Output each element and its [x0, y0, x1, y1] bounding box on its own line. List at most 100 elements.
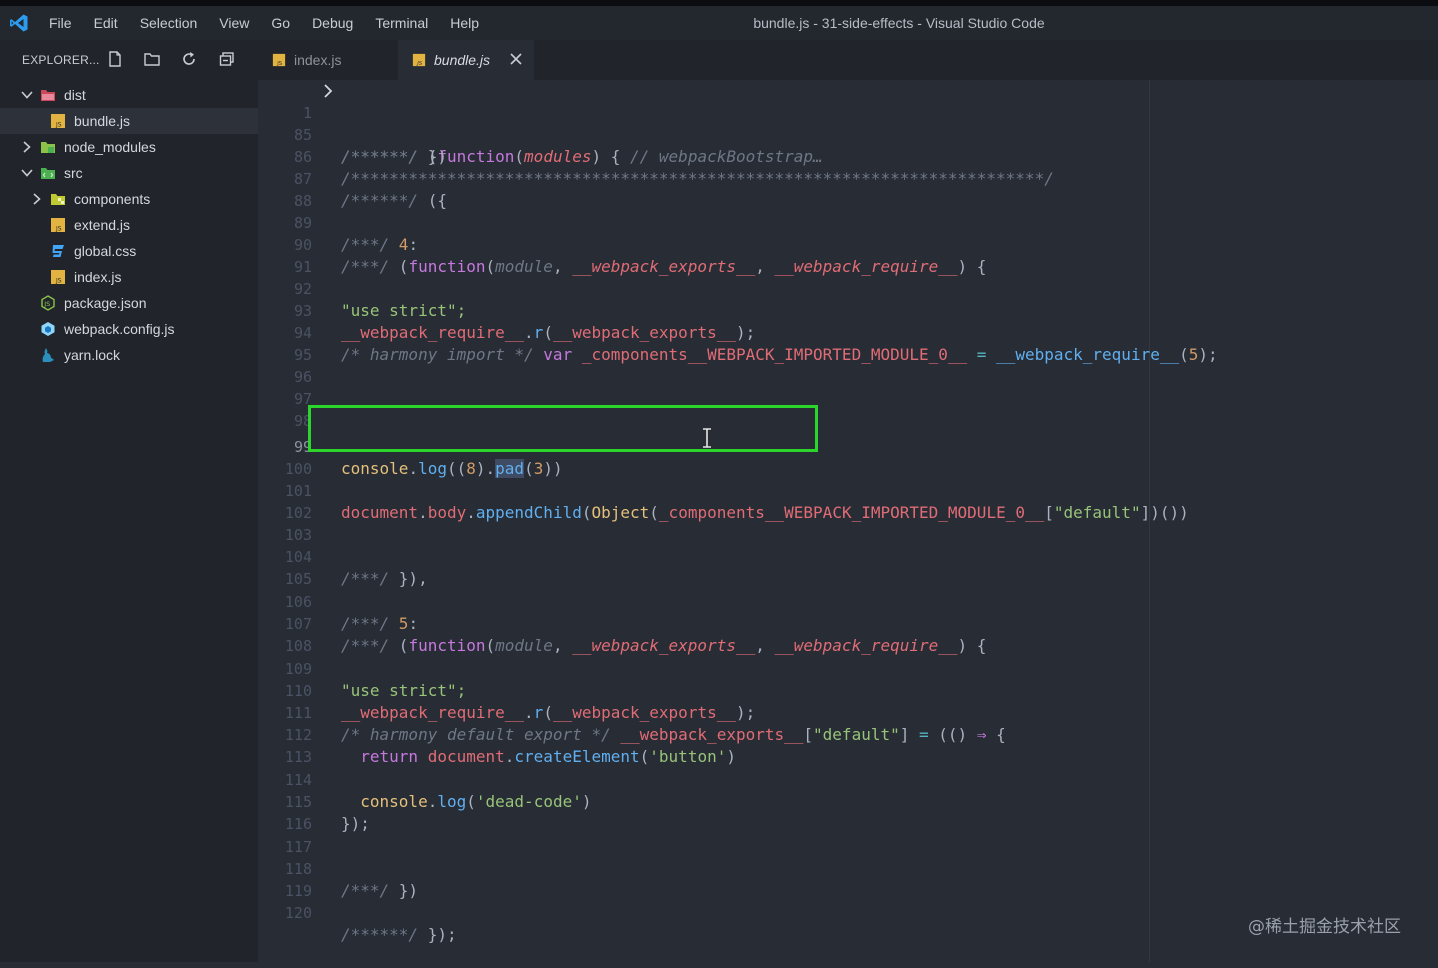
code-line: 96 — [258, 344, 1438, 386]
js-file-icon: JS — [272, 53, 286, 67]
text-cursor-icon — [703, 428, 711, 448]
code-line: 93 __webpack_require__.r(__webpack_expor… — [258, 278, 1438, 342]
explorer-sidebar: EXPLORER... dist JS bundle.js node_modul… — [0, 40, 258, 962]
chevron-right-icon — [23, 141, 31, 153]
tab-bar: JS index.js JS bundle.js — [258, 40, 1438, 80]
code-line: 97 — [258, 366, 1438, 408]
chevron-right-icon — [33, 193, 41, 205]
code-line: 108 — [258, 613, 1438, 655]
tree-item-label: package.json — [64, 295, 147, 311]
code-line: 105 — [258, 546, 1438, 588]
yarn-icon — [42, 348, 54, 362]
tab-label: bundle.js — [434, 52, 491, 68]
tree-item-label: node_modules — [64, 139, 156, 155]
code-line: 118 /***/ }) — [258, 836, 1438, 900]
svg-text:JS: JS — [55, 122, 62, 129]
code-line: 117 — [258, 814, 1438, 856]
code-line: 95 — [258, 322, 1438, 364]
js-file-icon: JS — [412, 53, 426, 67]
file-tree: dist JS bundle.js node_modules src compo… — [0, 82, 258, 368]
code-line: 119 — [258, 858, 1438, 900]
code-line: 91 — [258, 234, 1438, 276]
tree-item-label: bundle.js — [74, 113, 131, 129]
code-line: 101 document.body.appendChild(Object(_co… — [258, 458, 1438, 522]
tree-item-label: webpack.config.js — [64, 321, 175, 337]
tree-item-label: global.css — [74, 243, 137, 259]
tree-item-label: components — [74, 191, 151, 207]
code-line: 107 /***/ (function(module, __webpack_ex… — [258, 591, 1438, 655]
chevron-down-icon — [21, 91, 33, 99]
tree-item-label: extend.js — [74, 217, 131, 233]
new-file-icon[interactable] — [106, 50, 124, 68]
watermark: @稀土掘金技术社区 — [1248, 917, 1401, 937]
svg-text:JS: JS — [276, 61, 283, 67]
code-line: 89 /***/ 4: — [258, 190, 1438, 254]
code-line: 112 return document.createElement('butto… — [258, 702, 1438, 766]
code-line: 106 /***/ 5: — [258, 569, 1438, 633]
tree-folder-dist[interactable]: dist — [0, 82, 258, 108]
js-file-icon: JS — [51, 218, 65, 233]
code-line: 88 — [258, 168, 1438, 210]
highlight-box — [308, 405, 818, 452]
node-folder-icon — [41, 142, 55, 153]
tab-bundle-js[interactable]: JS bundle.js — [398, 40, 534, 80]
collapse-all-icon[interactable] — [218, 50, 236, 68]
code-line: 94 /* harmony import */ var _components_… — [258, 300, 1438, 364]
js-file-icon: JS — [51, 270, 65, 285]
code-line: 1 /******/ (function(modules) { // webpa… — [258, 80, 1438, 166]
webpack-icon — [41, 322, 55, 336]
code-line: 116 — [258, 791, 1438, 833]
refresh-icon[interactable] — [180, 50, 198, 68]
code-line: 115 }); — [258, 769, 1438, 833]
tree-file-webpack-config-js[interactable]: webpack.config.js — [0, 316, 258, 342]
tree-folder-src[interactable]: src — [0, 160, 258, 186]
nodejs-icon: JS — [41, 295, 55, 311]
components-folder-icon — [51, 194, 65, 205]
code-line: 87 /******/ ({ — [258, 146, 1438, 210]
tree-item-label: yarn.lock — [64, 347, 121, 363]
code-line: 90 /***/ (function(module, __webpack_exp… — [258, 212, 1438, 276]
code-line: 92 "use strict"; — [258, 256, 1438, 320]
tab-label: index.js — [294, 52, 342, 68]
tree-file-global-css[interactable]: global.css — [0, 238, 258, 264]
code-editor[interactable]: 1 /******/ (function(modules) { // webpa… — [258, 80, 1438, 962]
js-file-icon: JS — [51, 114, 65, 129]
explorer-title: EXPLORER... — [22, 53, 100, 67]
close-icon[interactable] — [508, 51, 524, 67]
code-text: /******/ }); — [341, 925, 457, 944]
code-line: 120 /******/ }); — [258, 880, 1438, 944]
title-bar: File Edit Selection View Go Debug Termin… — [0, 6, 1438, 40]
line-number: 120 — [284, 904, 312, 922]
src-folder-icon — [41, 168, 55, 179]
code-line: 113 — [258, 724, 1438, 766]
tab-index-js[interactable]: JS index.js — [258, 40, 398, 80]
code-line: 110 __webpack_require__.r(__webpack_expo… — [258, 658, 1438, 722]
folder-open-icon — [41, 90, 55, 101]
code-line: 111 /* harmony default export */ __webpa… — [258, 680, 1438, 744]
svg-text:JS: JS — [416, 61, 423, 67]
tree-item-label: index.js — [74, 269, 122, 285]
chevron-down-icon — [21, 169, 33, 177]
css-file-icon — [52, 245, 64, 257]
window-title: bundle.js - 31-side-effects - Visual Stu… — [753, 15, 1045, 31]
svg-text:JS: JS — [55, 278, 62, 285]
tree-file-bundle-js[interactable]: JS bundle.js — [0, 108, 258, 134]
code-line: 86 /************************************… — [258, 124, 1438, 188]
tree-file-yarn-lock[interactable]: yarn.lock — [0, 342, 258, 368]
tree-item-label: src — [64, 165, 83, 181]
code-line: 102 — [258, 480, 1438, 522]
tree-file-package-json[interactable]: JS package.json — [0, 290, 258, 316]
tree-item-label: dist — [64, 87, 86, 103]
tree-folder-node-modules[interactable]: node_modules — [0, 134, 258, 160]
explorer-header: EXPLORER... — [0, 40, 258, 80]
code-line: 103 — [258, 502, 1438, 544]
new-folder-icon[interactable] — [143, 50, 161, 68]
tree-file-extend-js[interactable]: JS extend.js — [0, 212, 258, 238]
tree-file-index-js[interactable]: JS index.js — [0, 264, 258, 290]
tree-folder-components[interactable]: components — [0, 186, 258, 212]
code-line: 114 console.log('dead-code') — [258, 747, 1438, 811]
fold-chevron-right-icon[interactable] — [322, 84, 334, 98]
code-line: 109 "use strict"; — [258, 636, 1438, 700]
code-line: 104 /***/ }), — [258, 524, 1438, 588]
svg-text:JS: JS — [43, 300, 50, 308]
